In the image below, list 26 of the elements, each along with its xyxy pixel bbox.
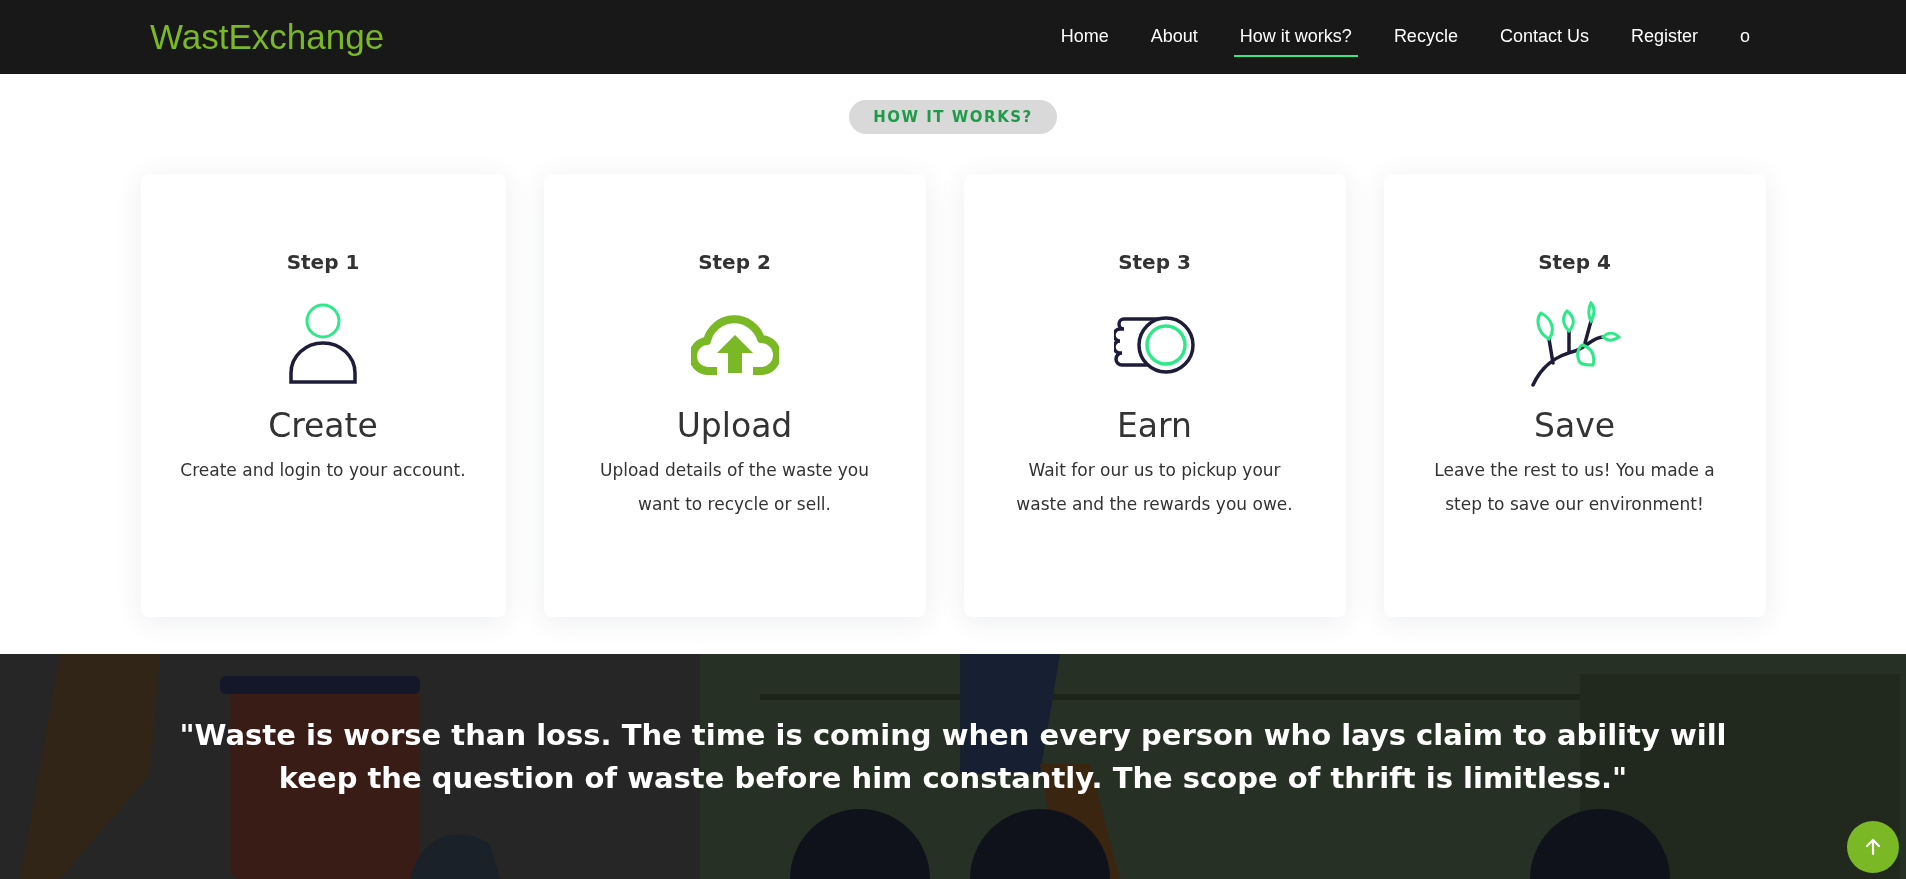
step-number: Step 4: [1538, 250, 1611, 274]
nav-link[interactable]: Contact Us: [1493, 17, 1595, 57]
step-number: Step 2: [698, 250, 771, 274]
step-description: Wait for our us to pickup your waste and the rewards you owe.: [1015, 459, 1294, 516]
step-title: Create: [268, 406, 378, 445]
nav-link[interactable]: Register: [1624, 17, 1704, 57]
step-title: Upload: [676, 406, 793, 445]
step-title: Earn: [1117, 406, 1192, 445]
step-description: Create and login to your account.: [180, 459, 466, 482]
quote: "Waste is worse than loss. The time is coming when every person who lays claim to ability will keep the question of waste before him constantly. The scope of thrift is limitless.": [178, 716, 1728, 797]
step-title: Save: [1534, 406, 1615, 445]
section-label: HOW IT WORKS?: [849, 100, 1057, 134]
step-description: Leave the rest to us! You made a step to save our environment!: [1433, 459, 1716, 516]
cloud-upload-icon: [690, 313, 779, 375]
nav-link[interactable]: Home: [1054, 17, 1115, 57]
branch-icon: [1528, 301, 1621, 387]
nav-link[interactable]: Recycle: [1387, 17, 1464, 57]
nav-link[interactable]: o: [1734, 17, 1756, 57]
step-number: Step 3: [1118, 250, 1191, 274]
person-icon: [288, 303, 358, 385]
step-description: Upload details of the waste you want to recycle or sell.: [598, 459, 870, 516]
nav-link[interactable]: About: [1144, 17, 1204, 57]
arrow-up-icon: [1863, 837, 1883, 857]
step-number: Step 1: [286, 250, 360, 274]
nav-link[interactable]: How it works?: [1233, 17, 1358, 57]
logo[interactable]: WastExchange: [150, 17, 385, 57]
